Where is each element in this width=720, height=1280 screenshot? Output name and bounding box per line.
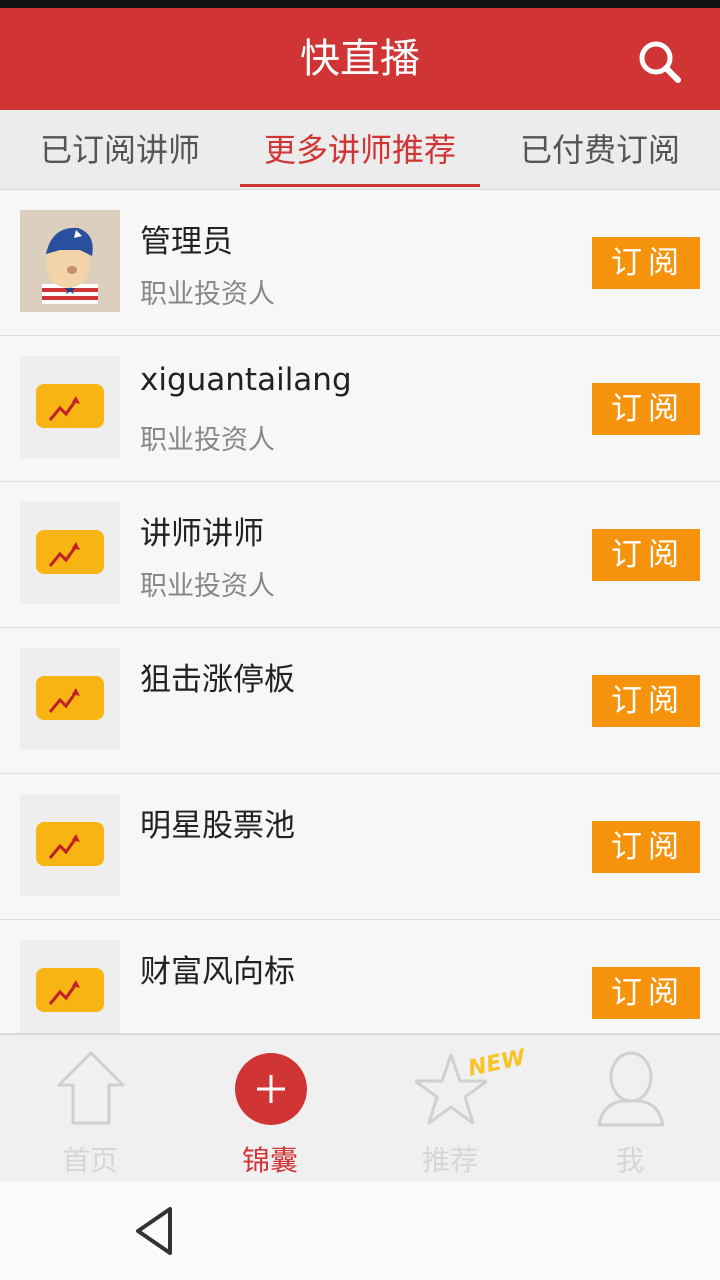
active-tab-indicator <box>240 184 480 187</box>
list-item[interactable]: xiguantailang 职业投资人 订阅 <box>0 336 720 482</box>
tab-more-recommended[interactable]: 更多讲师推荐 <box>240 110 480 190</box>
avatar <box>20 794 120 896</box>
subscribe-button[interactable]: 订阅 <box>592 821 700 873</box>
tab-subscribed[interactable]: 已订阅讲师 <box>0 110 240 190</box>
list-item[interactable]: 狙击涨停板 订阅 <box>0 628 720 774</box>
lecturer-name: xiguantailang <box>140 362 352 398</box>
nav-label: 我 <box>615 1144 644 1177</box>
nav-label: 推荐 <box>421 1144 478 1177</box>
lecturer-subtitle: 职业投资人 <box>140 279 275 310</box>
system-navigation-bar <box>0 1181 720 1280</box>
list-item[interactable]: 管理员 职业投资人 订阅 <box>0 190 720 336</box>
back-button[interactable] <box>128 1203 184 1259</box>
bottom-navigation: 首页 锦囊 NEW 推荐 我 <box>0 1033 720 1181</box>
user-icon <box>597 1051 665 1127</box>
search-button[interactable] <box>630 34 690 90</box>
subscribe-button[interactable]: 订阅 <box>592 383 700 435</box>
lecturer-name: 明星股票池 <box>140 808 295 844</box>
captain-avatar-icon <box>20 210 120 312</box>
plus-icon <box>235 1053 307 1125</box>
tab-paid[interactable]: 已付费订阅 <box>480 110 720 190</box>
subscribe-button[interactable]: 订阅 <box>592 967 700 1019</box>
page-title: 快直播 <box>300 36 420 82</box>
chart-logo-icon <box>20 356 120 458</box>
lecturer-tabs: 已订阅讲师 更多讲师推荐 已付费订阅 <box>0 110 720 190</box>
nav-tips[interactable]: 锦囊 <box>180 1035 360 1181</box>
nav-home[interactable]: 首页 <box>0 1035 180 1181</box>
home-icon <box>57 1051 125 1125</box>
subscribe-button[interactable]: 订阅 <box>592 529 700 581</box>
chart-logo-icon <box>20 794 120 896</box>
lecturer-subtitle: 职业投资人 <box>140 425 275 456</box>
lecturer-list[interactable]: 管理员 职业投资人 订阅 xiguantailang 职业投资人 订阅 讲师讲师 <box>0 190 720 1033</box>
avatar <box>20 210 120 312</box>
nav-label: 首页 <box>61 1144 118 1177</box>
lecturer-name: 狙击涨停板 <box>140 662 295 698</box>
nav-me[interactable]: 我 <box>540 1035 720 1181</box>
avatar <box>20 502 120 604</box>
lecturer-name: 管理员 <box>140 224 233 260</box>
lecturer-name: 讲师讲师 <box>140 516 264 552</box>
avatar <box>20 356 120 458</box>
chart-logo-icon <box>20 648 120 750</box>
avatar <box>20 648 120 750</box>
search-icon <box>639 41 681 83</box>
lecturer-name: 财富风向标 <box>140 954 295 990</box>
subscribe-button[interactable]: 订阅 <box>592 675 700 727</box>
avatar <box>20 940 120 1033</box>
back-triangle-icon <box>136 1207 172 1255</box>
nav-label: 锦囊 <box>241 1144 298 1177</box>
subscribe-button[interactable]: 订阅 <box>592 237 700 289</box>
list-item[interactable]: 讲师讲师 职业投资人 订阅 <box>0 482 720 628</box>
status-bar <box>0 0 720 8</box>
app-header: 快直播 <box>0 8 720 110</box>
chart-logo-icon <box>20 940 120 1033</box>
chart-logo-icon <box>20 502 120 604</box>
nav-recommend[interactable]: NEW 推荐 <box>360 1035 540 1181</box>
lecturer-subtitle: 职业投资人 <box>140 571 275 602</box>
list-item[interactable]: 财富风向标 订阅 <box>0 920 720 1033</box>
list-item[interactable]: 明星股票池 订阅 <box>0 774 720 920</box>
